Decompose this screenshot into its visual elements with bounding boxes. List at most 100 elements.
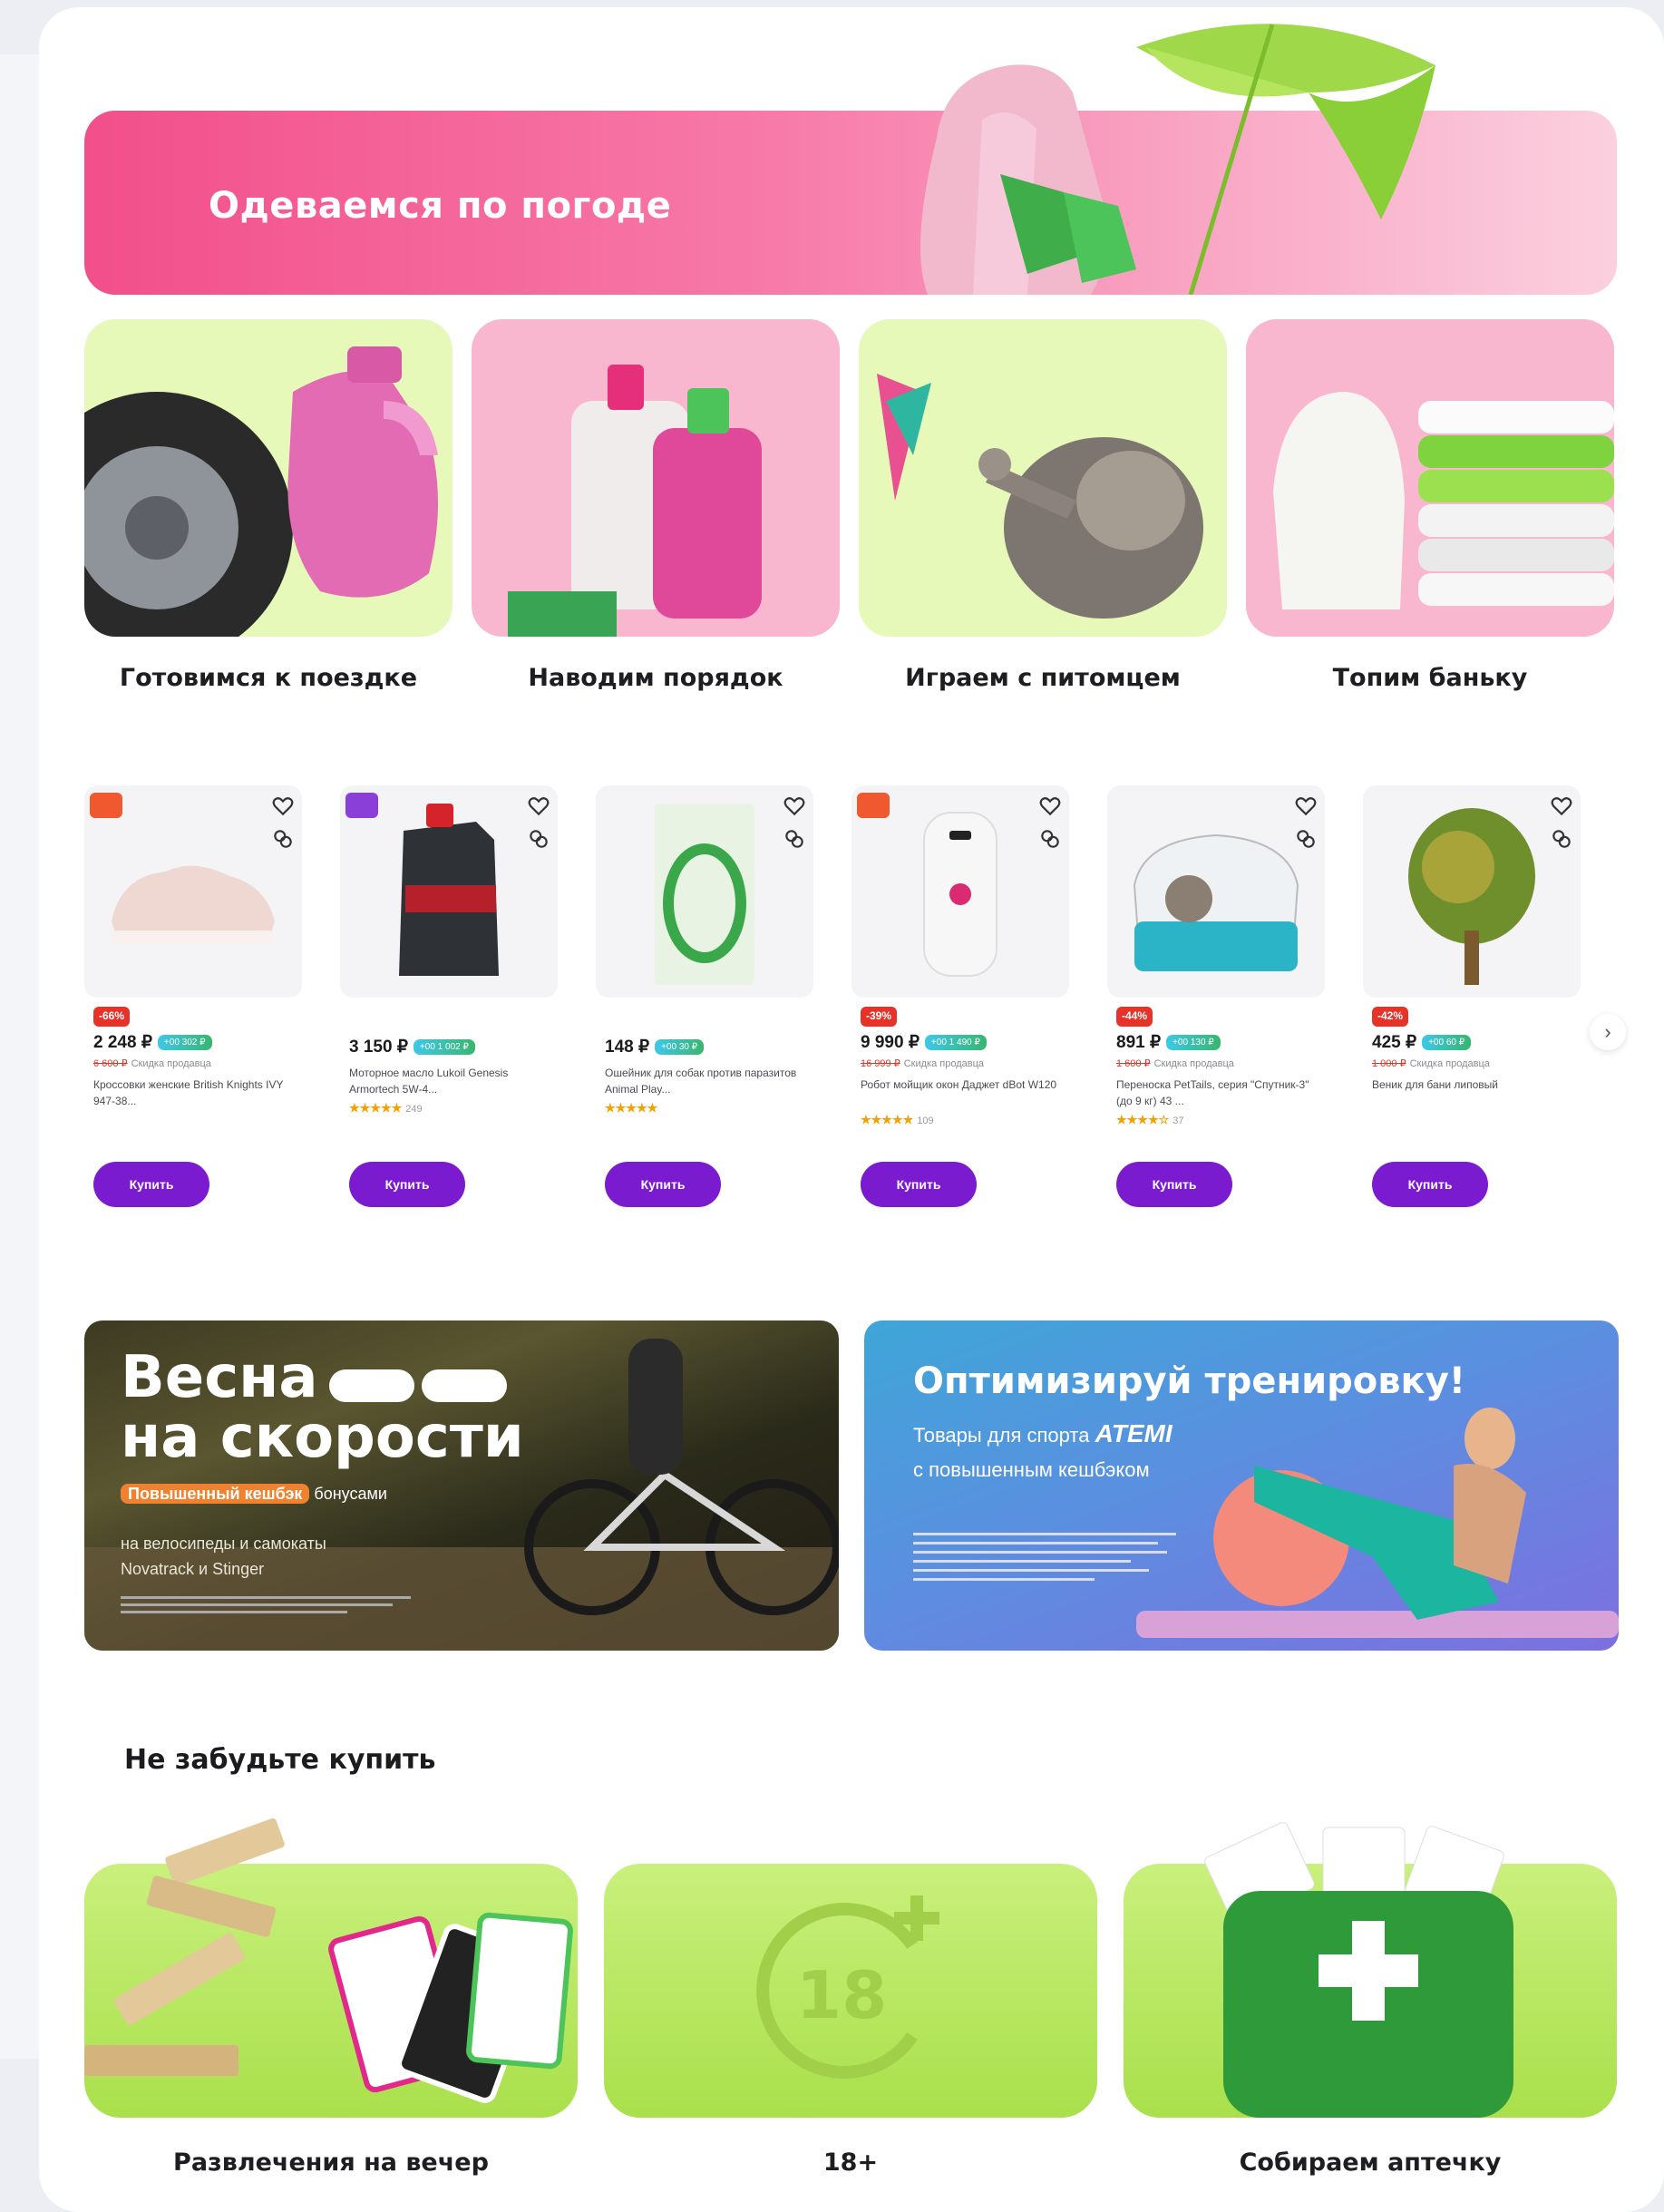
promo-title: Оптимизируй тренировку! (913, 1360, 1466, 1402)
product-title[interactable]: Моторное масло Lukoil Genesis Armortech … (349, 1065, 549, 1097)
rating: ★★★★★ 249 (349, 1101, 423, 1115)
heart-icon[interactable] (527, 794, 550, 818)
compare-icon[interactable] (271, 827, 295, 851)
category-label: Готовимся к поездке (119, 664, 418, 692)
promo-highlight: Повышенный кешбэк (121, 1484, 310, 1504)
carousel-next-button[interactable]: › (1590, 1014, 1626, 1050)
price: 9 990 ₽ (861, 1033, 920, 1052)
bonus-badge: +00 1 002 ₽ (413, 1039, 475, 1055)
heart-icon[interactable] (783, 794, 806, 818)
bonus-badge: +00 302 ₽ (157, 1035, 212, 1050)
category-tile-sauna[interactable]: Топим баньку (1246, 319, 1614, 692)
compare-icon[interactable] (527, 827, 550, 851)
collection-tile-adult[interactable]: 18 18+ (604, 1864, 1097, 2177)
buy-button[interactable]: Купить (93, 1162, 209, 1207)
promo-badge (90, 793, 122, 818)
discount-badge: -39% (861, 1007, 898, 1027)
product-card[interactable]: -42% 425 ₽ +00 60 ₽ 1 000 ₽ Скидка продав… (1363, 785, 1581, 1221)
heart-icon[interactable] (1038, 794, 1062, 818)
bonus-badge: +00 130 ₽ (1166, 1035, 1221, 1050)
product-title[interactable]: Ошейник для собак против паразитов Anima… (605, 1065, 804, 1097)
bonus-badge: +00 60 ₽ (1422, 1035, 1472, 1050)
buy-button[interactable]: Купить (861, 1162, 977, 1207)
rating: ★★★★☆ 37 (1116, 1113, 1184, 1126)
product-title[interactable]: Робот мойщик окон Даджет dBot W120 (861, 1077, 1060, 1109)
category-label: Наводим порядок (528, 664, 783, 692)
chevron-right-icon: › (1604, 1020, 1611, 1043)
collection-image-adult: 18 (604, 1864, 1097, 2118)
stinger-logo (422, 1369, 507, 1402)
promo-title-line2: на скорости (121, 1404, 524, 1471)
collection-tile-first-aid[interactable]: Собираем аптечку (1124, 1822, 1617, 2177)
old-price: 6 600 ₽ (93, 1058, 128, 1069)
sauna-broom-image (1408, 808, 1535, 985)
product-title[interactable]: Переноска PetTails, серия "Спутник-3" (д… (1116, 1077, 1316, 1109)
old-price: 16 999 ₽ (861, 1058, 900, 1069)
legal-fine-print (913, 1533, 1176, 1581)
rating: ★★★★★ (605, 1101, 658, 1115)
product-image[interactable] (851, 785, 1069, 998)
atemi-logo: ATEMI (1095, 1419, 1173, 1447)
discount-badge: -44% (1116, 1007, 1153, 1027)
age-18-badge: 18 (796, 1957, 887, 2033)
hero-title: Одеваемся по погоде (209, 185, 672, 227)
category-image-sauna (1246, 319, 1614, 637)
buy-button[interactable]: Купить (1372, 1162, 1488, 1207)
collection-tile-evening[interactable]: Развлечения на вечер (84, 1817, 578, 2177)
hero-illustration (920, 24, 1435, 295)
product-image[interactable] (596, 785, 813, 998)
product-image[interactable] (84, 785, 302, 998)
compare-icon[interactable] (1550, 827, 1573, 851)
product-image[interactable] (1107, 785, 1325, 998)
price: 3 150 ₽ (349, 1038, 408, 1057)
product-carousel: -66% 2 248 ₽ +00 302 ₽ 6 600 ₽ Скидка про… (84, 785, 1644, 1221)
bonus-badge: +00 30 ₽ (655, 1039, 705, 1055)
buy-button[interactable]: Купить (605, 1162, 721, 1207)
promo-banner-bike[interactable]: Весна на скорости Повышенный кешбэк бонус… (84, 1320, 839, 1651)
heart-icon[interactable] (1294, 794, 1318, 818)
category-tile-trip[interactable]: Готовимся к поездке (84, 319, 452, 692)
price: 2 248 ₽ (93, 1033, 152, 1052)
category-label: Играем с питомцем (905, 664, 1181, 692)
collection-image-first-aid (1124, 1822, 1617, 2118)
promo-line1: Товары для спорта (913, 1424, 1090, 1447)
pet-carrier-image (1133, 833, 1299, 971)
heart-icon[interactable] (1550, 794, 1573, 818)
product-card[interactable]: -66% 2 248 ₽ +00 302 ₽ 6 600 ₽ Скидка про… (84, 785, 302, 1221)
heart-icon[interactable] (271, 794, 295, 818)
price: 891 ₽ (1116, 1033, 1162, 1052)
buy-button[interactable]: Купить (349, 1162, 465, 1207)
collection-label: Развлечения на вечер (173, 2149, 489, 2177)
promo-badge (857, 793, 890, 818)
price: 425 ₽ (1372, 1033, 1417, 1052)
compare-icon[interactable] (1038, 827, 1062, 851)
seller-discount-note: Скидка продавца (1409, 1058, 1490, 1069)
promo-sub1: на велосипеды и самокаты (121, 1535, 326, 1553)
promo-sub2: Novatrack и Stinger (121, 1560, 265, 1578)
promo-banner-sport[interactable]: Оптимизируй тренировку! Товары для спорт… (864, 1320, 1619, 1651)
product-image[interactable] (340, 785, 558, 998)
seller-discount-note: Скидка продавца (1153, 1058, 1234, 1069)
compare-icon[interactable] (783, 827, 806, 851)
category-image-pets (859, 319, 1227, 637)
product-card[interactable]: -39% 9 990 ₽ +00 1 490 ₽ 16 999 ₽ Скидка … (851, 785, 1069, 1221)
product-card[interactable]: -44% 891 ₽ +00 130 ₽ 1 600 ₽ Скидка прода… (1107, 785, 1325, 1221)
promo-line2: с повышенным кешбэком (913, 1458, 1150, 1481)
hero-banner[interactable]: Одеваемся по погоде (84, 24, 1617, 295)
compare-icon[interactable] (1294, 827, 1318, 851)
collection-label: Собираем аптечку (1239, 2149, 1502, 2177)
buy-button[interactable]: Купить (1116, 1162, 1232, 1207)
product-card[interactable]: 3 150 ₽ +00 1 002 ₽ Моторное масло Lukoi… (340, 785, 558, 1221)
category-tile-pets[interactable]: Играем с питомцем (859, 319, 1227, 692)
promo-badge (345, 793, 378, 818)
product-title[interactable]: Кроссовки женские British Knights IVY 94… (93, 1077, 293, 1109)
category-label: Топим баньку (1332, 664, 1528, 692)
product-title[interactable]: Веник для бани липовый (1372, 1077, 1572, 1109)
seller-discount-note: Скидка продавца (131, 1058, 211, 1069)
category-image-trip (84, 319, 452, 637)
product-image[interactable] (1363, 785, 1581, 998)
category-tile-cleaning[interactable]: Наводим порядок (472, 319, 840, 692)
promo-highlight-rest: бонусами (309, 1485, 387, 1503)
collar-image (655, 804, 754, 985)
product-card[interactable]: 148 ₽ +00 30 ₽ Ошейник для собак против … (596, 785, 813, 1221)
